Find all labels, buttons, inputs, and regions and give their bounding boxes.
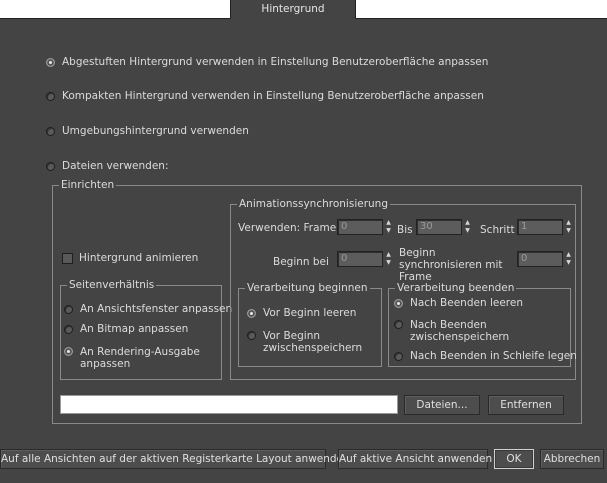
- radio-gradient-background[interactable]: Abgestuften Hintergrund verwenden in Ein…: [46, 56, 488, 68]
- radio-indicator: [64, 347, 73, 356]
- radio-label: Vor Beginn zwischenspeichern: [263, 330, 363, 354]
- radio-loop-after-end[interactable]: Nach Beenden in Schleife legen: [394, 350, 577, 362]
- radio-match-viewport[interactable]: An Ansichtsfenster anpassen: [64, 303, 232, 315]
- setup-legend: Einrichten: [61, 179, 115, 191]
- spinner-down-icon[interactable]: ▼: [384, 227, 393, 235]
- checkbox-label: Hintergrund animieren: [79, 252, 199, 264]
- start-processing-legend: Verarbeitung beginnen: [247, 282, 368, 294]
- radio-label: An Bitmap anpassen: [80, 323, 189, 335]
- spinner-down-icon[interactable]: ▼: [384, 259, 393, 267]
- files-button[interactable]: Dateien...: [404, 395, 480, 415]
- radio-label: Dateien verwenden:: [62, 160, 169, 172]
- radio-label: Abgestuften Hintergrund verwenden in Ein…: [62, 56, 489, 68]
- cancel-button[interactable]: Abbrechen: [540, 449, 604, 469]
- radio-indicator: [247, 308, 256, 318]
- radio-indicator: [394, 320, 403, 329]
- radio-clear-before-start[interactable]: Vor Beginn leeren: [247, 307, 356, 319]
- radio-match-rendering-output[interactable]: An Rendering-Ausgabe anpassen: [64, 346, 208, 370]
- radio-label: Umgebungshintergrund verwenden: [62, 125, 249, 137]
- spinner-up-icon[interactable]: ▲: [564, 219, 573, 227]
- start-processing-group: Verarbeitung beginnen: [238, 283, 382, 367]
- radio-indicator: [394, 351, 403, 361]
- start-at-spinner[interactable]: 0 ▲ ▼: [337, 251, 393, 267]
- step-label: Schritt: [480, 224, 515, 236]
- animation-sync-legend: Animationssynchronisierung: [239, 198, 388, 210]
- radio-indicator: [46, 57, 55, 67]
- spinner-up-icon[interactable]: ▲: [463, 219, 472, 227]
- spinner-up-icon[interactable]: ▲: [384, 251, 393, 259]
- aspect-ratio-legend: Seitenverhältnis: [69, 279, 155, 291]
- spinner-up-icon[interactable]: ▲: [384, 219, 393, 227]
- apply-active-view-button[interactable]: Auf aktive Ansicht anwenden: [338, 449, 492, 469]
- start-at-value[interactable]: 0: [337, 251, 383, 267]
- step-spinner[interactable]: 1 ▲ ▼: [517, 219, 573, 235]
- radio-cache-after-end[interactable]: Nach Beenden zwischenspeichern: [394, 319, 510, 343]
- radio-label: An Ansichtsfenster anpassen: [80, 303, 233, 315]
- radio-indicator: [46, 91, 55, 101]
- tab-strip-right: [355, 0, 607, 19]
- radio-use-files[interactable]: Dateien verwenden:: [46, 160, 168, 172]
- spinner-down-icon[interactable]: ▼: [564, 227, 573, 235]
- apply-all-views-button[interactable]: Auf alle Ansichten auf der aktiven Regis…: [0, 449, 350, 469]
- radio-label: Nach Beenden zwischenspeichern: [410, 319, 510, 343]
- to-label: Bis: [397, 224, 413, 236]
- to-frame-value[interactable]: 30: [416, 219, 462, 235]
- spinner-down-icon[interactable]: ▼: [564, 259, 573, 267]
- radio-label: Kompakten Hintergrund verwenden in Einst…: [62, 90, 484, 102]
- tab-hintergrund[interactable]: Hintergrund: [231, 0, 355, 20]
- radio-indicator: [247, 331, 256, 340]
- radio-indicator: [64, 304, 73, 314]
- spinner-up-icon[interactable]: ▲: [564, 251, 573, 259]
- checkbox-box: [62, 252, 73, 264]
- tab-strip-left: [0, 0, 231, 19]
- radio-label: Nach Beenden leeren: [410, 297, 523, 309]
- start-at-label: Beginn bei: [273, 256, 329, 268]
- radio-match-bitmap[interactable]: An Bitmap anpassen: [64, 323, 188, 335]
- to-frame-spinner[interactable]: 30 ▲ ▼: [416, 219, 472, 235]
- ok-button[interactable]: OK: [494, 449, 534, 469]
- radio-label: Nach Beenden in Schleife legen: [410, 350, 577, 362]
- radio-label: Vor Beginn leeren: [263, 307, 357, 319]
- use-frame-spinner[interactable]: 0 ▲ ▼: [337, 219, 393, 235]
- radio-indicator: [46, 161, 55, 171]
- animate-background-checkbox[interactable]: Hintergrund animieren: [62, 252, 198, 264]
- spinner-down-icon[interactable]: ▼: [463, 227, 472, 235]
- radio-indicator: [64, 324, 73, 334]
- radio-clear-after-end[interactable]: Nach Beenden leeren: [394, 297, 523, 309]
- use-frame-label: Verwenden: Frame: [238, 222, 337, 234]
- radio-indicator: [394, 298, 403, 308]
- use-frame-value[interactable]: 0: [337, 219, 383, 235]
- file-path-field[interactable]: [60, 395, 398, 414]
- sync-start-spinner[interactable]: 0 ▲ ▼: [517, 251, 573, 267]
- step-value[interactable]: 1: [517, 219, 563, 235]
- sync-start-label: Beginn synchronisieren mit Frame: [399, 247, 503, 283]
- radio-label: An Rendering-Ausgabe anpassen: [80, 346, 200, 370]
- radio-solid-background[interactable]: Kompakten Hintergrund verwenden in Einst…: [46, 90, 484, 102]
- end-processing-legend: Verarbeitung beenden: [397, 282, 515, 294]
- sync-start-value[interactable]: 0: [517, 251, 563, 267]
- remove-button[interactable]: Entfernen: [488, 395, 564, 415]
- radio-cache-before-start[interactable]: Vor Beginn zwischenspeichern: [247, 330, 373, 354]
- radio-indicator: [46, 126, 55, 136]
- radio-environment-background[interactable]: Umgebungshintergrund verwenden: [46, 125, 249, 137]
